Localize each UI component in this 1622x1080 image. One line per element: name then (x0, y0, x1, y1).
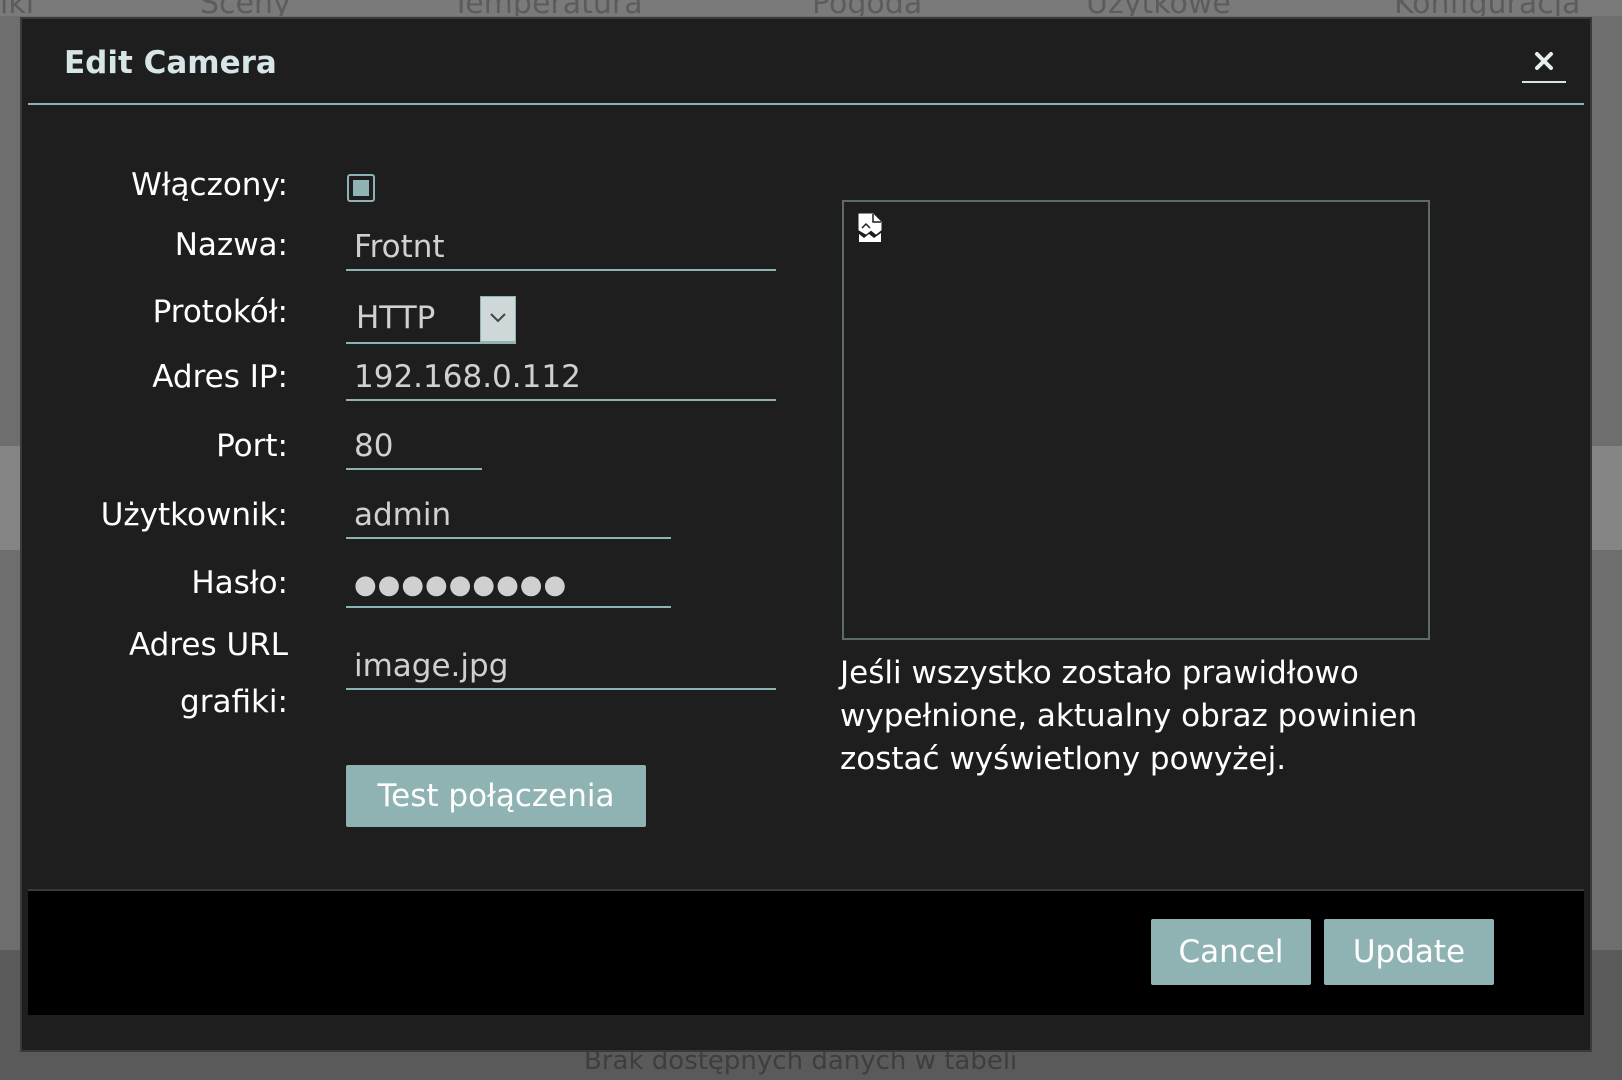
port-value: 80 (354, 428, 394, 464)
update-button[interactable]: Update (1324, 919, 1494, 985)
enabled-label: Włączony: (131, 167, 288, 203)
enabled-checkbox[interactable] (347, 174, 375, 202)
image-url-label-line1: Adres URL (129, 627, 288, 663)
name-value: Frotnt (354, 229, 445, 265)
chevron-down-icon (490, 313, 506, 323)
password-input[interactable]: ●●●●●●●●● (346, 564, 671, 608)
port-input[interactable]: 80 (346, 426, 482, 470)
nav-item: Konfiguracja (1394, 0, 1580, 16)
password-label: Hasło: (191, 565, 288, 601)
checkbox-mark (353, 180, 369, 196)
name-label: Nazwa: (174, 227, 288, 263)
nav-item: iki (0, 0, 34, 16)
nav-item: Temperatura (452, 0, 643, 16)
camera-preview (842, 200, 1430, 640)
image-url-input[interactable]: image.jpg (346, 646, 776, 690)
protocol-label: Protokół: (152, 294, 288, 330)
broken-image-icon (858, 213, 882, 242)
protocol-dropdown-button[interactable] (480, 296, 516, 342)
dialog-header: Edit Camera (28, 19, 1584, 105)
cancel-button[interactable]: Cancel (1151, 919, 1311, 985)
background-nav: iki Sceny Temperatura Pogoda Użytkowe Ko… (0, 0, 1622, 16)
user-value: admin (354, 497, 452, 533)
protocol-value: HTTP (356, 300, 436, 336)
image-url-label: Adres URL grafiki: (129, 617, 288, 731)
close-icon (1535, 52, 1553, 70)
nav-item: Pogoda (812, 0, 922, 16)
name-input[interactable]: Frotnt (346, 227, 776, 271)
password-value: ●●●●●●●●● (354, 570, 568, 600)
nav-item: Użytkowe (1086, 0, 1231, 16)
nav-item: Sceny (200, 0, 291, 16)
user-input[interactable]: admin (346, 495, 671, 539)
protocol-select[interactable]: HTTP (346, 296, 516, 344)
ip-input[interactable]: 192.168.0.112 (346, 357, 776, 401)
dialog-title: Edit Camera (64, 45, 277, 81)
image-url-value: image.jpg (354, 648, 509, 684)
user-label: Użytkownik: (100, 497, 288, 533)
ip-value: 192.168.0.112 (354, 359, 581, 395)
edit-camera-dialog: Edit Camera Włączony: Nazwa: Frotnt Prot… (20, 17, 1592, 1052)
test-connection-button[interactable]: Test połączenia (346, 765, 646, 827)
ip-label: Adres IP: (152, 359, 288, 395)
dialog-footer: Cancel Update (28, 889, 1584, 1015)
close-button[interactable] (1522, 45, 1566, 83)
preview-hint-text: Jeśli wszystko zostało prawidłowo wypełn… (840, 655, 1418, 777)
image-url-label-line2: grafiki: (180, 684, 288, 720)
port-label: Port: (216, 428, 288, 464)
